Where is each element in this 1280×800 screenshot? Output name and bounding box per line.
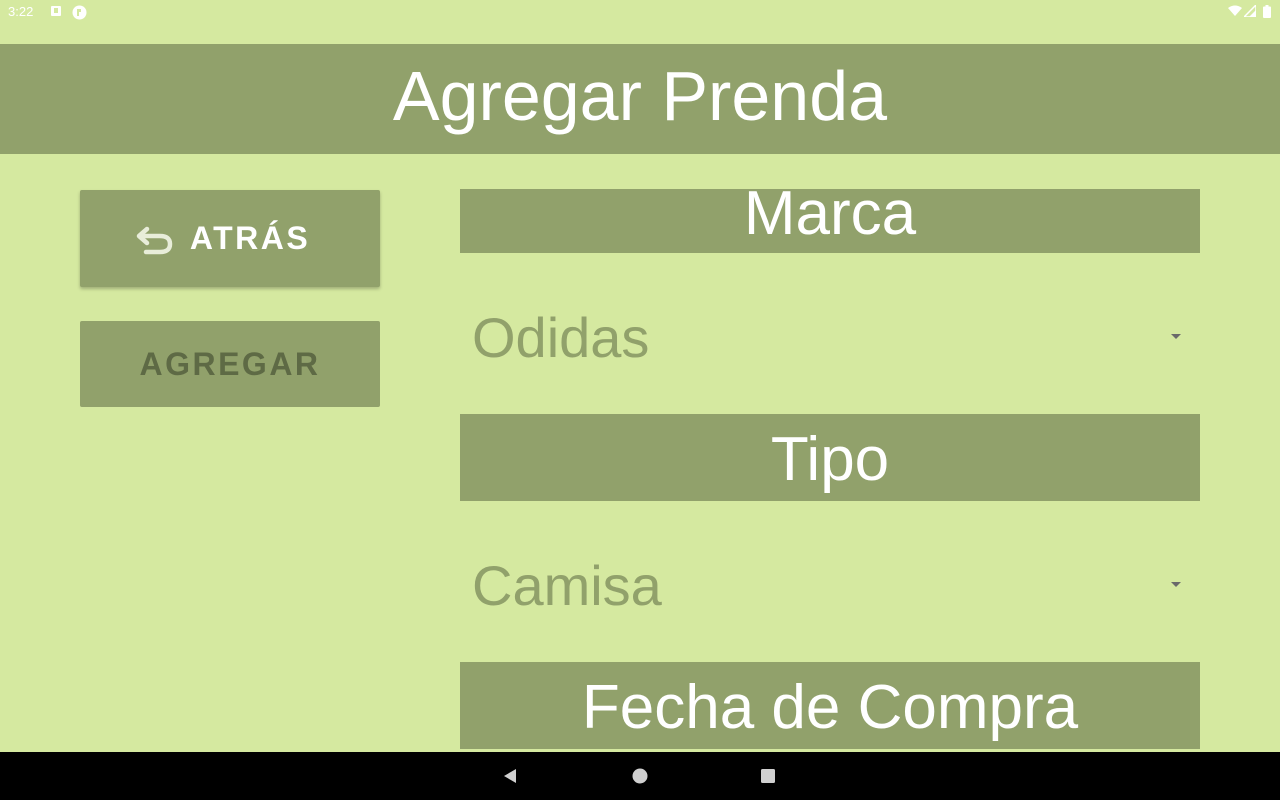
brand-section-header: Marca [460, 183, 1200, 253]
notification-icon [50, 5, 64, 19]
purchase-date-label: Fecha de Compra [581, 672, 1079, 742]
type-spinner[interactable]: Camisa [460, 540, 1200, 630]
title-bar: Agregar Prenda [0, 44, 1280, 154]
type-label: Tipo [770, 424, 890, 494]
dropdown-arrow-icon [1171, 582, 1181, 587]
purchase-date-section-header: Fecha de Compra [460, 662, 1200, 749]
brand-spinner[interactable]: Odidas [460, 292, 1200, 382]
undo-icon [136, 220, 174, 258]
back-button[interactable]: ATRÁS [80, 190, 380, 287]
brand-label: Marca [743, 179, 917, 248]
brand-spinner-value: Odidas [472, 305, 650, 369]
add-button-label: AGREGAR [139, 345, 321, 382]
home-circle-icon[interactable] [630, 766, 650, 786]
wifi-icon [1228, 5, 1242, 19]
status-time: 3:22 [8, 4, 34, 19]
recents-square-icon[interactable] [758, 766, 778, 786]
status-bar: 3:22 [0, 0, 1280, 24]
system-navigation-bar [0, 752, 1280, 800]
add-button[interactable]: AGREGAR [80, 321, 380, 407]
type-section-header: Tipo [460, 414, 1200, 501]
back-button-label: ATRÁS [189, 220, 311, 256]
app-icon [72, 5, 87, 20]
battery-icon [1263, 5, 1277, 19]
signal-icon [1244, 5, 1258, 19]
page-title: Agregar Prenda [392, 57, 888, 135]
type-spinner-value: Camisa [472, 553, 662, 617]
dropdown-arrow-icon [1171, 334, 1181, 339]
back-triangle-icon[interactable] [501, 766, 521, 786]
